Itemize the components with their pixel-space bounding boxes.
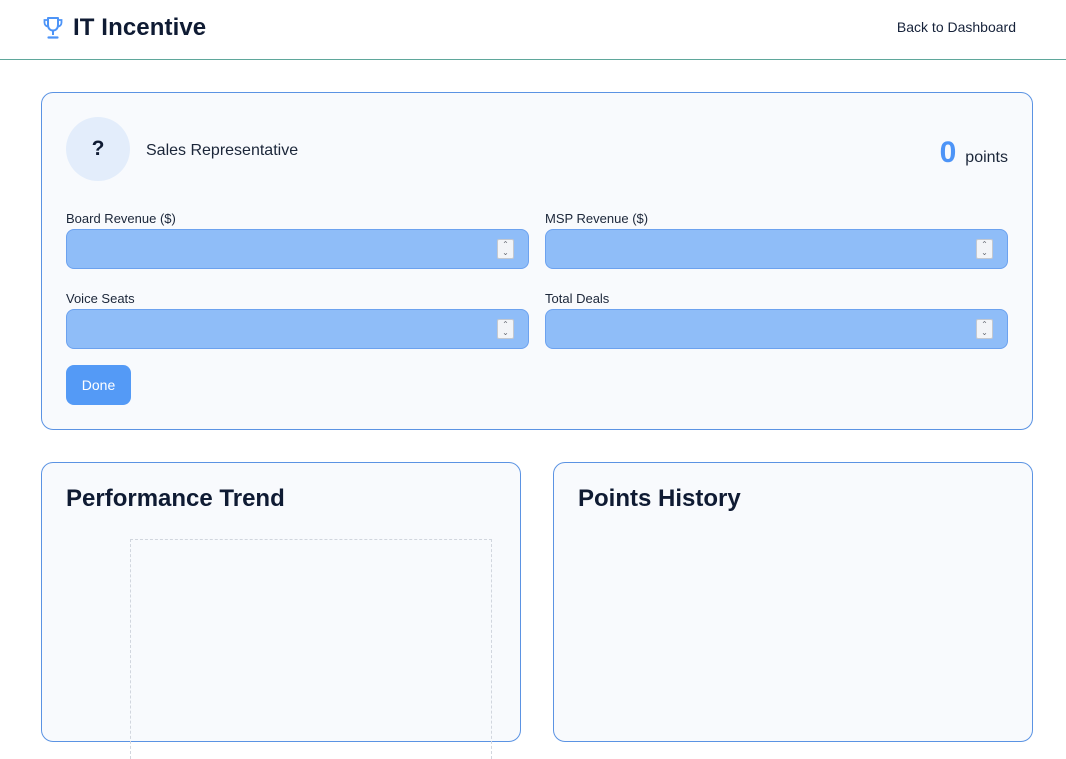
number-stepper[interactable]: ⌃ ⌄	[976, 319, 993, 339]
points-label: points	[965, 149, 1008, 166]
app-title: IT Incentive	[73, 14, 207, 41]
msp-revenue-input[interactable]: ⌃ ⌄	[545, 229, 1008, 269]
total-deals-label: Total Deals	[545, 291, 610, 306]
number-stepper[interactable]: ⌃ ⌄	[497, 239, 514, 259]
voice-seats-input[interactable]: ⌃ ⌄	[66, 309, 529, 349]
trophy-icon	[43, 17, 63, 39]
chevron-down-icon[interactable]: ⌄	[502, 249, 509, 257]
points-history-panel: Points History	[553, 462, 1033, 742]
number-stepper[interactable]: ⌃ ⌄	[976, 239, 993, 259]
number-stepper[interactable]: ⌃ ⌄	[497, 319, 514, 339]
chevron-down-icon[interactable]: ⌄	[502, 329, 509, 337]
points-value: 0	[939, 136, 957, 169]
performance-trend-title: Performance Trend	[66, 485, 285, 512]
avatar: ?	[66, 117, 130, 181]
brand[interactable]: IT Incentive	[42, 12, 206, 44]
back-to-dashboard-link[interactable]: Back to Dashboard	[897, 19, 1016, 35]
board-revenue-label: Board Revenue ($)	[66, 211, 176, 226]
points-history-title: Points History	[578, 485, 741, 512]
performance-trend-panel: Performance Trend	[41, 462, 521, 759]
msp-revenue-label: MSP Revenue ($)	[545, 211, 649, 226]
msp-revenue-field: MSP Revenue ($) ⌃ ⌄	[545, 210, 1008, 269]
board-revenue-field: Board Revenue ($) ⌃ ⌄	[66, 210, 529, 269]
board-revenue-input[interactable]: ⌃ ⌄	[66, 229, 529, 269]
total-deals-field: Total Deals ⌃ ⌄	[545, 290, 1008, 349]
chevron-down-icon[interactable]: ⌄	[981, 329, 988, 337]
top-navbar: IT Incentive Back to Dashboard	[0, 0, 1066, 60]
rep-entry-card: ? Sales Representative 0 points Board Re…	[41, 92, 1033, 430]
chevron-down-icon[interactable]: ⌄	[981, 249, 988, 257]
chart-plot-area	[130, 539, 492, 759]
rep-role: Sales Representative	[146, 142, 299, 159]
voice-seats-label: Voice Seats	[66, 291, 135, 306]
done-button[interactable]: Done	[66, 365, 131, 405]
points-display: 0 points	[940, 136, 1008, 170]
total-deals-input[interactable]: ⌃ ⌄	[545, 309, 1008, 349]
voice-seats-field: Voice Seats ⌃ ⌄	[66, 290, 529, 349]
